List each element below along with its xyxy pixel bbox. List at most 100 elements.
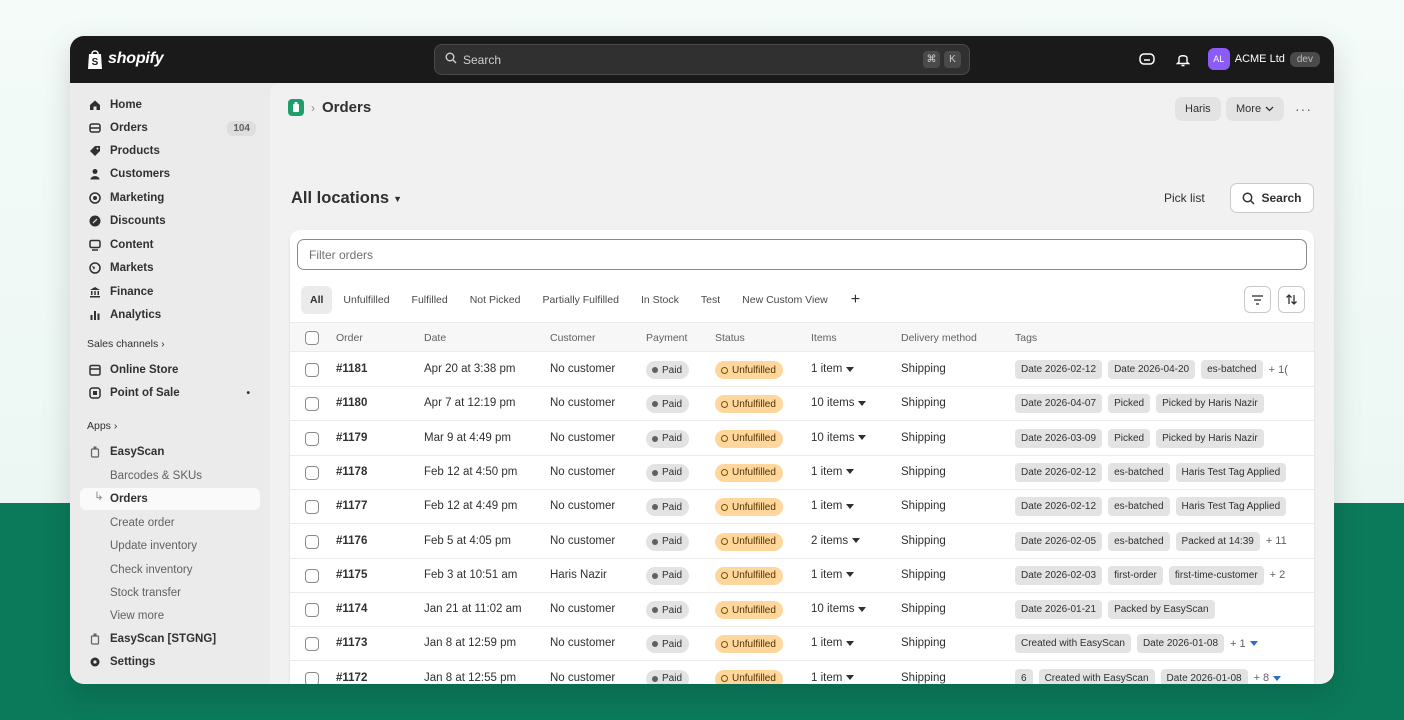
shopify-logo[interactable]: S shopify — [86, 48, 164, 70]
tab-unfulfilled[interactable]: Unfulfilled — [332, 286, 400, 314]
tab-test[interactable]: Test — [690, 286, 731, 314]
sidebar-sub-update-inventory[interactable]: Update inventory — [80, 535, 260, 557]
table-row[interactable]: #1179 Mar 9 at 4:49 pm No customer Paid Unfu… — [290, 422, 1314, 456]
order-number[interactable]: #1173 — [336, 637, 367, 649]
items-dropdown[interactable]: 1 item — [811, 500, 855, 512]
tab-all[interactable]: All — [301, 286, 333, 314]
order-number[interactable]: #1179 — [336, 432, 367, 444]
order-number[interactable]: #1175 — [336, 569, 367, 581]
column-header-customer[interactable]: Customer — [550, 332, 596, 344]
row-checkbox[interactable] — [305, 397, 319, 412]
table-row[interactable]: #1181 Apr 20 at 3:38 pm No customer Paid Unf… — [290, 353, 1314, 387]
more-tags-toggle[interactable]: + 11 — [1266, 535, 1287, 547]
tab-new-custom-view[interactable]: New Custom View — [731, 286, 839, 314]
more-tags-toggle[interactable]: + 1 — [1230, 638, 1258, 650]
row-checkbox[interactable] — [305, 603, 319, 618]
more-actions-button[interactable]: More — [1226, 97, 1285, 121]
sidebar-item-marketing[interactable]: Marketing — [80, 187, 260, 209]
items-dropdown[interactable]: 1 item — [811, 672, 855, 684]
more-tags-toggle[interactable]: + 1( — [1269, 364, 1288, 376]
row-checkbox[interactable] — [305, 637, 319, 652]
items-dropdown[interactable]: 1 item — [811, 466, 855, 478]
sidebar-sub-barcodes[interactable]: Barcodes & SKUs — [80, 465, 260, 487]
account-menu[interactable]: AL ACME Ltd dev — [1207, 48, 1320, 70]
row-checkbox[interactable] — [305, 431, 319, 446]
row-checkbox[interactable] — [305, 500, 319, 515]
tab-not-picked[interactable]: Not Picked — [459, 286, 532, 314]
haris-button[interactable]: Haris — [1175, 97, 1221, 121]
filter-orders-input[interactable]: Filter orders — [297, 239, 1307, 270]
tab-partially-fulfilled[interactable]: Partially Fulfilled — [532, 286, 630, 314]
add-view-icon[interactable]: + — [839, 291, 872, 309]
items-dropdown[interactable]: 1 item — [811, 363, 855, 375]
table-row[interactable]: #1180 Apr 7 at 12:19 pm No customer Paid Unf… — [290, 387, 1314, 422]
sidebar-item-orders[interactable]: Orders 104 — [80, 117, 260, 139]
row-checkbox[interactable] — [305, 568, 319, 583]
items-dropdown[interactable]: 10 items — [811, 432, 867, 444]
sidebar-sub-stock-transfer[interactable]: Stock transfer — [80, 582, 260, 604]
items-dropdown[interactable]: 2 items — [811, 535, 861, 547]
sidebar-item-settings[interactable]: Settings — [80, 651, 260, 673]
sidebar-item-easyscan[interactable]: EasyScan — [80, 441, 260, 463]
search-button[interactable]: Search — [1230, 183, 1314, 213]
bell-icon[interactable] — [1172, 48, 1194, 70]
table-row[interactable]: #1173 Jan 8 at 12:59 pm No customer Paid Unf… — [290, 627, 1314, 662]
sidebar-item-easyscan-stg[interactable]: EasyScan [STGNG] — [80, 628, 260, 650]
table-row[interactable]: #1177 Feb 12 at 4:49 pm No customer Paid Unf… — [290, 490, 1314, 525]
order-number[interactable]: #1176 — [336, 535, 367, 547]
items-dropdown[interactable]: 1 item — [811, 637, 855, 649]
sidebar-item-analytics[interactable]: Analytics — [80, 304, 260, 326]
sidebar-sub-check-inventory[interactable]: Check inventory — [80, 559, 260, 581]
sidebar-item-customers[interactable]: Customers — [80, 163, 260, 185]
order-number[interactable]: #1178 — [336, 466, 367, 478]
sidekick-icon[interactable] — [1136, 48, 1158, 70]
row-checkbox[interactable] — [305, 363, 319, 377]
sidebar-sub-view-more[interactable]: View more — [80, 605, 260, 627]
column-header-payment[interactable]: Payment — [646, 332, 687, 344]
sidebar-item-markets[interactable]: Markets — [80, 257, 260, 279]
sort-button[interactable] — [1278, 286, 1305, 313]
row-checkbox[interactable] — [305, 465, 319, 480]
sidebar-sub-create-order[interactable]: Create order — [80, 512, 260, 534]
sidebar-item-home[interactable]: Home — [80, 94, 260, 116]
column-header-delivery[interactable]: Delivery method — [901, 332, 977, 344]
tab-fulfilled[interactable]: Fulfilled — [401, 286, 459, 314]
order-number[interactable]: #1177 — [336, 500, 367, 512]
column-header-items[interactable]: Items — [811, 332, 837, 344]
column-header-status[interactable]: Status — [715, 332, 745, 344]
row-checkbox[interactable] — [305, 534, 319, 549]
sidebar-item-finance[interactable]: Finance — [80, 281, 260, 303]
items-dropdown[interactable]: 10 items — [811, 397, 867, 409]
sidebar-item-content[interactable]: Content — [80, 234, 260, 256]
easyscan-app-icon[interactable] — [288, 99, 304, 116]
sidebar-item-pos[interactable]: Point of Sale • — [80, 382, 260, 404]
table-row[interactable]: #1176 Feb 5 at 4:05 pm No customer Paid Unfu… — [290, 525, 1314, 559]
filter-button[interactable] — [1244, 286, 1271, 313]
apps-label[interactable]: Apps › — [87, 420, 117, 432]
table-row[interactable]: #1175 Feb 3 at 10:51 am Haris Nazir Paid Unf… — [290, 559, 1314, 593]
order-number[interactable]: #1174 — [336, 603, 367, 615]
order-number[interactable]: #1180 — [336, 397, 367, 409]
sidebar-item-products[interactable]: Products — [80, 140, 260, 162]
column-header-date[interactable]: Date — [424, 332, 446, 344]
tab-in-stock[interactable]: In Stock — [630, 286, 690, 314]
table-row[interactable]: #1172 Jan 8 at 12:55 pm No customer Paid Unf… — [290, 662, 1314, 684]
column-header-tags[interactable]: Tags — [1015, 332, 1037, 344]
more-dots-icon[interactable]: ··· — [1295, 101, 1312, 117]
location-selector[interactable]: All locations ▼ — [291, 189, 402, 208]
order-number[interactable]: #1172 — [336, 672, 367, 684]
row-checkbox[interactable] — [305, 671, 319, 684]
sidebar-item-online-store[interactable]: Online Store — [80, 359, 260, 381]
order-number[interactable]: #1181 — [336, 363, 367, 375]
table-row[interactable]: #1178 Feb 12 at 4:50 pm No customer Paid Unf… — [290, 456, 1314, 490]
column-header-order[interactable]: Order — [336, 332, 363, 344]
more-tags-toggle[interactable]: + 8 — [1254, 672, 1282, 684]
sales-channels-label[interactable]: Sales channels › — [87, 338, 165, 350]
more-tags-toggle[interactable]: + 2 — [1270, 569, 1286, 581]
items-dropdown[interactable]: 1 item — [811, 569, 855, 581]
pick-list-button[interactable]: Pick list — [1164, 191, 1205, 205]
sidebar-item-discounts[interactable]: Discounts — [80, 210, 260, 232]
items-dropdown[interactable]: 10 items — [811, 603, 867, 615]
select-all-checkbox[interactable] — [305, 331, 319, 345]
global-search[interactable]: Search ⌘ K — [434, 44, 970, 75]
